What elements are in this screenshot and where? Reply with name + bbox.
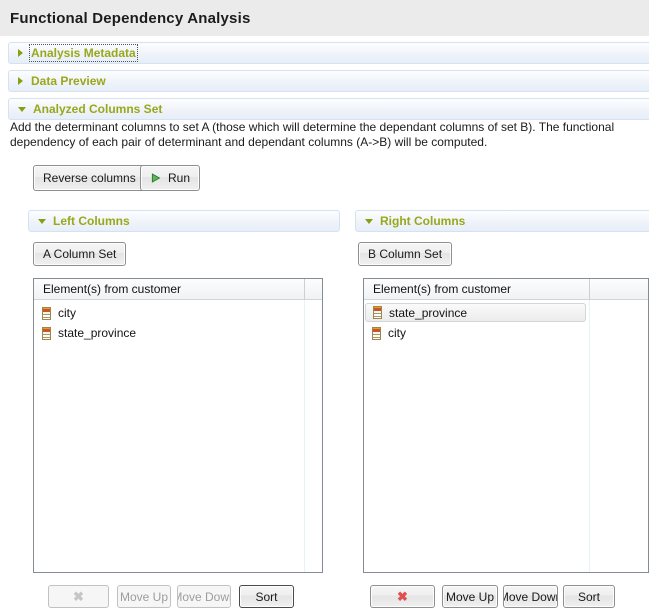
b-column-set-button[interactable]: B Column Set bbox=[358, 242, 452, 266]
page-title: Functional Dependency Analysis bbox=[10, 10, 251, 27]
run-play-icon bbox=[150, 171, 161, 185]
row-label: state_province bbox=[58, 326, 136, 340]
section-label: Analysis Metadata bbox=[31, 46, 136, 60]
table-row[interactable]: city bbox=[364, 323, 648, 343]
delete-icon: ✖ bbox=[73, 589, 84, 605]
table-body: state_province city bbox=[364, 300, 648, 343]
reverse-columns-button[interactable]: Reverse columns bbox=[33, 165, 146, 191]
section-label: Right Columns bbox=[380, 214, 465, 228]
row-label: city bbox=[388, 326, 406, 340]
editor-header: Functional Dependency Analysis bbox=[0, 0, 649, 36]
chevron-right-icon bbox=[18, 77, 23, 85]
column-icon bbox=[42, 307, 51, 320]
right-move-down-button[interactable]: Move Down bbox=[503, 585, 558, 608]
section-right-columns[interactable]: Right Columns bbox=[355, 210, 649, 232]
chevron-down-icon bbox=[38, 219, 46, 224]
column-header[interactable]: Element(s) from customer bbox=[43, 282, 181, 296]
left-move-down-button[interactable]: Move Down bbox=[177, 585, 231, 608]
section-analyzed-columns-set[interactable]: Analyzed Columns Set bbox=[8, 98, 649, 120]
left-delete-button[interactable]: ✖ bbox=[48, 585, 109, 608]
section-label: Left Columns bbox=[53, 214, 130, 228]
table-row[interactable]: state_province bbox=[34, 323, 322, 343]
table-row-selected[interactable]: state_province bbox=[365, 303, 586, 322]
row-label: city bbox=[58, 306, 76, 320]
section-label: Analyzed Columns Set bbox=[33, 102, 162, 116]
table-header-row: Element(s) from customer bbox=[34, 279, 322, 300]
right-columns-table: Element(s) from customer state_province … bbox=[363, 278, 649, 573]
chevron-down-icon bbox=[18, 107, 26, 112]
run-button-label: Run bbox=[168, 171, 190, 185]
column-icon bbox=[372, 327, 381, 340]
table-header-row: Element(s) from customer bbox=[364, 279, 648, 300]
column-icon bbox=[42, 327, 51, 340]
row-label: state_province bbox=[389, 306, 467, 320]
table-row[interactable]: city bbox=[34, 303, 322, 323]
right-move-up-button[interactable]: Move Up bbox=[442, 585, 498, 608]
column-icon bbox=[373, 306, 382, 319]
column-header[interactable]: Element(s) from customer bbox=[373, 282, 511, 296]
right-sort-button[interactable]: Sort bbox=[563, 585, 615, 608]
section-description: Add the determinant columns to set A (th… bbox=[10, 120, 646, 150]
section-analysis-metadata[interactable]: Analysis Metadata bbox=[8, 42, 649, 64]
a-column-set-button[interactable]: A Column Set bbox=[33, 242, 126, 266]
functional-dependency-analysis-editor: Functional Dependency Analysis Analysis … bbox=[0, 0, 649, 614]
chevron-right-icon bbox=[18, 49, 23, 57]
table-body: city state_province bbox=[34, 300, 322, 343]
chevron-down-icon bbox=[365, 219, 373, 224]
left-move-up-button[interactable]: Move Up bbox=[117, 585, 171, 608]
left-sort-button[interactable]: Sort bbox=[239, 585, 294, 608]
section-data-preview[interactable]: Data Preview bbox=[8, 70, 649, 92]
run-button[interactable]: Run bbox=[140, 165, 200, 191]
section-left-columns[interactable]: Left Columns bbox=[28, 210, 340, 232]
left-columns-table: Element(s) from customer city state_prov… bbox=[33, 278, 323, 573]
delete-icon: ✖ bbox=[397, 589, 408, 605]
section-label: Data Preview bbox=[31, 74, 106, 88]
right-delete-button[interactable]: ✖ bbox=[370, 585, 435, 608]
